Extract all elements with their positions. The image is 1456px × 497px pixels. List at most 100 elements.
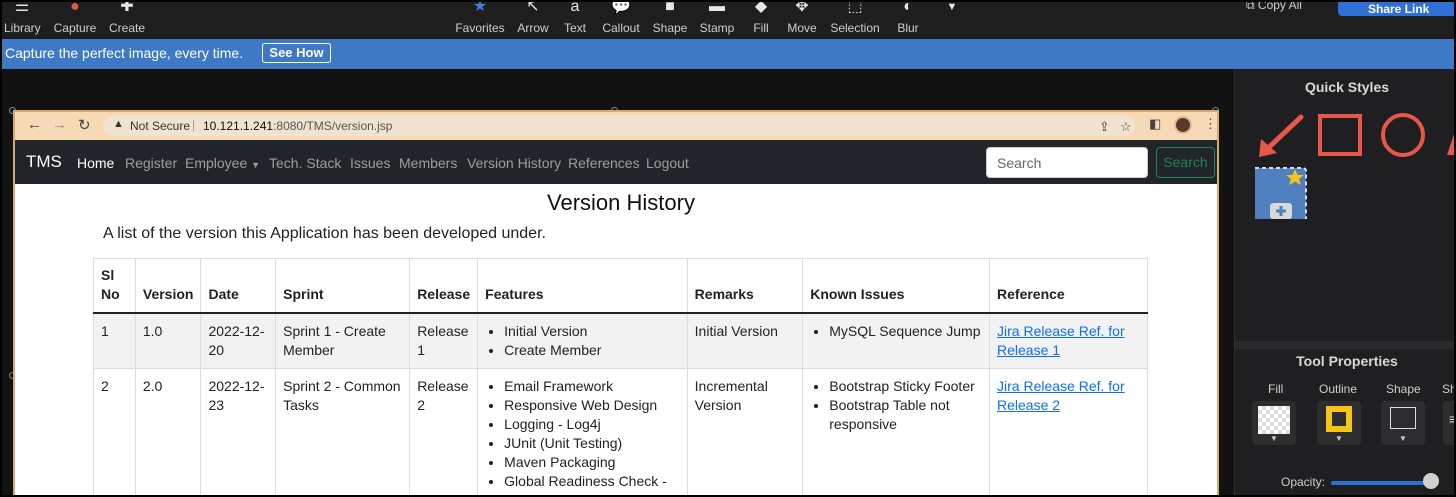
jira-reference-link[interactable]: Jira Release Ref. for Release 2 [997, 378, 1125, 413]
callout-tool[interactable]: 💬 Callout [600, 2, 642, 39]
list-item: Maven Packaging [504, 453, 680, 472]
shadow-property-label: Sh [1442, 382, 1456, 396]
column-header: Version [134, 258, 202, 314]
search-button[interactable]: Search [1156, 147, 1215, 178]
column-header: Release [409, 258, 479, 314]
warning-icon: ▲ [113, 118, 124, 130]
fill-tool[interactable]: ◆ Fill [748, 2, 774, 39]
reload-icon: ↻ [78, 117, 91, 134]
nav-references[interactable]: References [568, 155, 640, 171]
banner-text: Capture the perfect image, every time. [5, 45, 244, 61]
sidebar-icon: ◧ [1149, 116, 1162, 131]
plus-icon: ✚ [120, 2, 134, 15]
outline-color-icon [1326, 406, 1352, 432]
selection-tool[interactable]: ⬚ Selection [829, 2, 881, 39]
callout-icon: 💬 [611, 2, 631, 15]
copy-all-button[interactable]: ⧉ Copy All [1246, 0, 1302, 13]
text-tool[interactable]: a Text [560, 2, 590, 39]
url-text: 10.121.1.241:8080/TMS/version.jsp [203, 119, 393, 133]
bookmark-star-icon: ☆ [1120, 119, 1132, 134]
kebab-menu-icon: ⋮ [1204, 116, 1217, 131]
opacity-label: Opacity: [1281, 475, 1326, 489]
arrow-tool[interactable]: ↖ Arrow [514, 2, 552, 39]
captured-image[interactable]: ← → ↻ ▲ Not Secure | 10.121.1.241:8080/T… [15, 112, 1217, 495]
nav-employee[interactable]: Employee ▼ [185, 155, 260, 171]
panel-divider [1235, 341, 1454, 349]
list-item: MySQL Sequence Jump [829, 322, 982, 341]
share-link-button[interactable]: Share Link [1338, 2, 1454, 16]
version-table: Sl No Version Date Sprint Release Featur… [93, 258, 1148, 495]
outline-property-label: Outline [1319, 382, 1358, 396]
nav-issues[interactable]: Issues [350, 155, 390, 171]
list-item: Create Member [504, 341, 680, 360]
shape-property-label: Shape [1386, 382, 1421, 396]
nav-tech-stack[interactable]: Tech. Stack [269, 155, 341, 171]
blur-icon: ◐ [903, 2, 913, 15]
fill-swatch[interactable]: ▼ [1252, 401, 1296, 445]
caret-down-icon: ▼ [251, 160, 261, 170]
stamp-tool[interactable]: ▬ Stamp [698, 2, 736, 39]
list-item: Global Readiness Check - [504, 472, 680, 491]
nav-register[interactable]: Register [125, 155, 177, 171]
shape-icon: ■ [665, 2, 675, 15]
shadow-swatch[interactable]: ≡ [1443, 401, 1454, 445]
search-input[interactable]: Search [986, 147, 1148, 178]
nav-members[interactable]: Members [399, 155, 457, 171]
stamp-icon: ▬ [709, 2, 725, 15]
list-item: Initial Version [504, 322, 680, 341]
library-button[interactable]: ☰ Library [4, 2, 41, 39]
column-header: Features [477, 258, 688, 314]
opacity-slider-handle[interactable] [1423, 473, 1439, 489]
table-row: 2 2.0 2022-12-23 Sprint 2 - Common Tasks… [93, 368, 1148, 495]
move-tool[interactable]: ✥ Move [786, 2, 818, 39]
opacity-slider[interactable] [1331, 481, 1431, 485]
back-icon: ← [27, 116, 42, 133]
outline-swatch[interactable]: ▼ [1317, 401, 1361, 445]
more-tools-button[interactable]: ▼ [942, 2, 962, 39]
triangle-style-swatch[interactable] [1447, 119, 1456, 155]
chevron-down-icon: ▼ [946, 2, 958, 13]
nav-home[interactable]: Home [77, 155, 114, 171]
rectangle-style-swatch[interactable] [1318, 114, 1362, 156]
top-toolbar: ☰ Library ● Capture ✚ Create ★ Favorites… [2, 0, 1454, 39]
fill-property-label: Fill [1268, 382, 1284, 396]
add-quick-style-button[interactable] [1255, 167, 1307, 219]
browser-toolbar: ← → ↻ ▲ Not Secure | 10.121.1.241:8080/T… [15, 112, 1217, 140]
chevron-down-icon: ▼ [1399, 434, 1407, 443]
list-item: Logging - Log4j [504, 415, 680, 434]
profile-avatar [1174, 116, 1192, 134]
create-button[interactable]: ✚ Create [108, 2, 146, 39]
table-header-row: Sl No Version Date Sprint Release Featur… [93, 258, 1148, 314]
jira-reference-link[interactable]: Jira Release Ref. for Release 1 [997, 323, 1125, 358]
column-header: Sl No [93, 258, 136, 314]
snagit-editor-window: ☰ Library ● Capture ✚ Create ★ Favorites… [0, 0, 1456, 497]
arrow-style-swatch[interactable] [1259, 114, 1304, 157]
shape-swatch[interactable]: ▼ [1381, 401, 1425, 445]
nav-version-history[interactable]: Version History [467, 155, 561, 171]
ellipse-style-swatch[interactable] [1381, 113, 1425, 157]
fill-icon: ◆ [754, 2, 768, 15]
chevron-down-icon: ▼ [1270, 434, 1278, 443]
column-header: Known Issues [802, 258, 991, 314]
list-item: Email Framework [504, 377, 680, 396]
promo-banner: Capture the perfect image, every time. S… [2, 39, 1454, 69]
capture-button[interactable]: ● Capture [52, 2, 98, 39]
arrow-icon: ↖ [526, 2, 540, 15]
selection-icon: ⬚ [847, 2, 863, 15]
see-how-button[interactable]: See How [262, 43, 331, 63]
text-icon: a [570, 2, 580, 15]
address-bar: ▲ Not Secure | 10.121.1.241:8080/TMS/ver… [103, 115, 1135, 136]
page-title: Version History [547, 190, 695, 215]
nav-logout[interactable]: Logout [646, 155, 689, 171]
list-item: Bootstrap Table not responsive [829, 396, 982, 434]
transparent-fill-icon [1258, 406, 1290, 434]
tool-properties-title: Tool Properties [1296, 353, 1398, 369]
star-icon: ★ [472, 2, 488, 15]
favorites-tool[interactable]: ★ Favorites [453, 2, 507, 39]
blur-tool[interactable]: ◐ Blur [894, 2, 922, 39]
copy-icon: ⧉ [1246, 0, 1258, 12]
shape-tool[interactable]: ■ Shape [651, 2, 689, 39]
record-icon: ● [70, 2, 80, 15]
site-brand[interactable]: TMS [26, 152, 62, 172]
list-item: Bootstrap Sticky Footer [829, 377, 982, 396]
